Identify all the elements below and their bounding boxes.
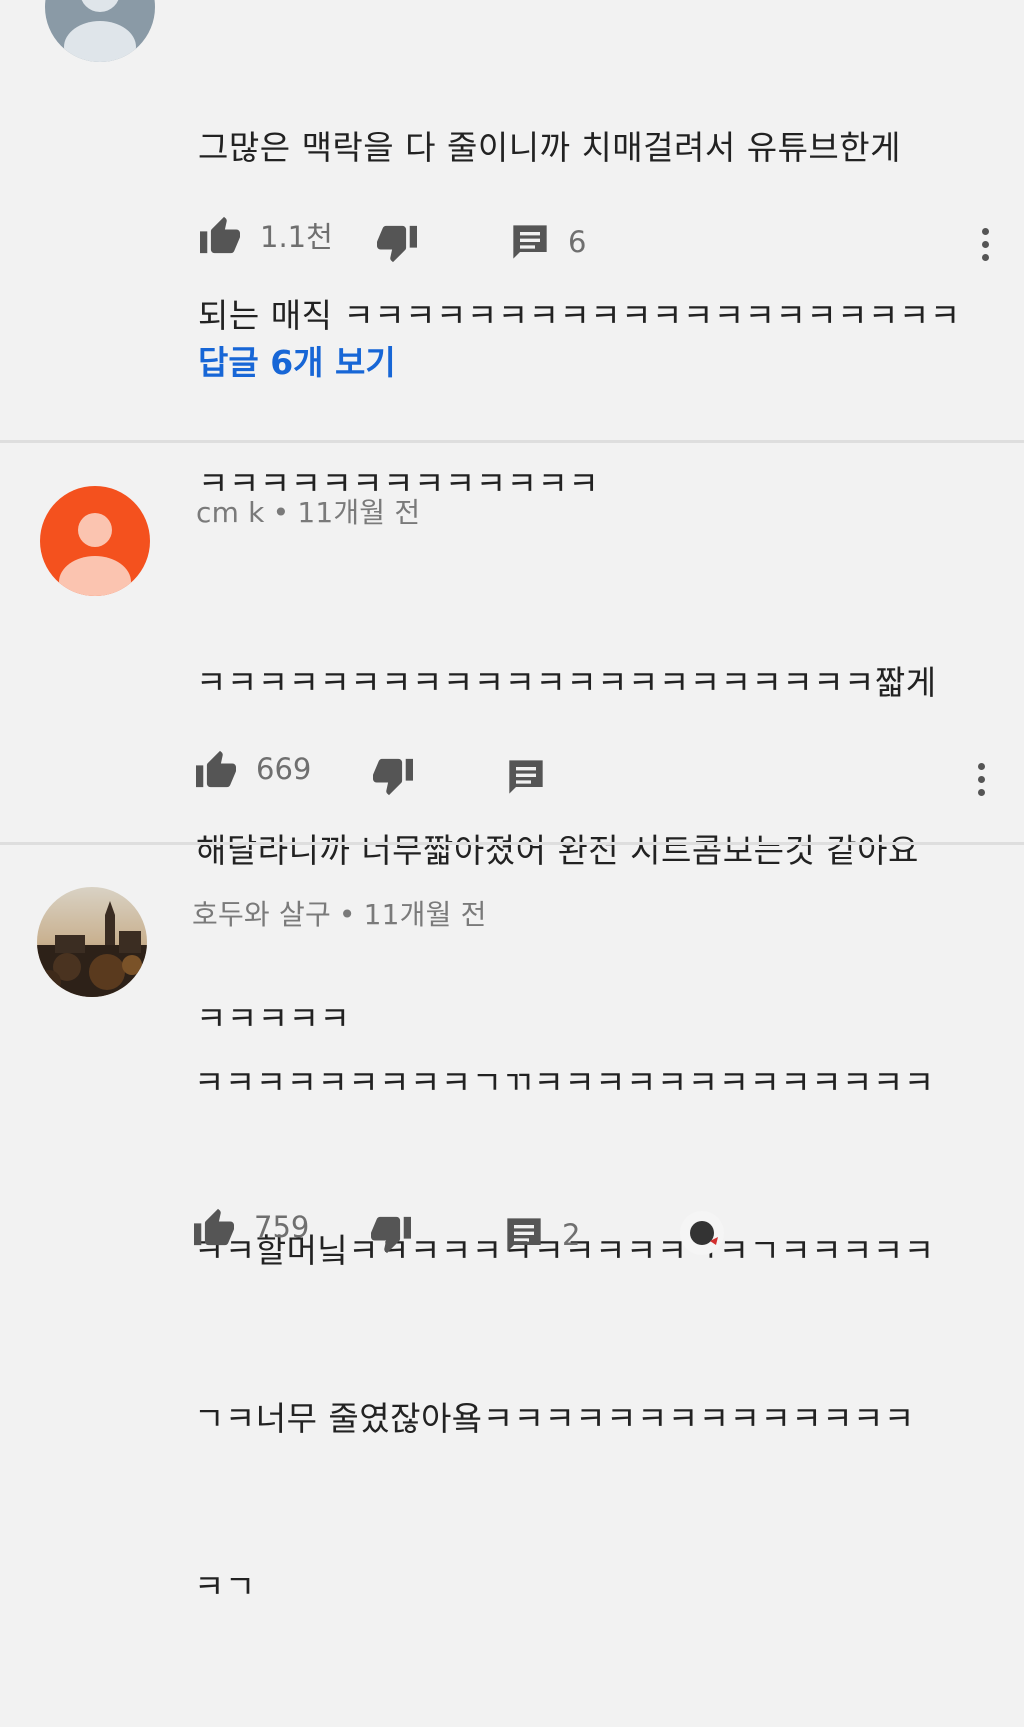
separator-dot: • xyxy=(338,898,356,931)
creator-heart-avatar xyxy=(680,1211,724,1255)
thumbs-up-icon xyxy=(200,216,240,254)
comment-line: ㅋㄱ xyxy=(194,1567,256,1606)
creator-heart-icon xyxy=(680,1211,724,1255)
comment-1: 그많은 맥락을 다 줄이니까 치매걸려서 유튜브한게 되는 매직 ㅋㅋㅋㅋㅋㅋㅋ… xyxy=(0,0,1024,503)
timestamp[interactable]: 11개월 전 xyxy=(297,496,420,529)
author-name[interactable]: 호두와 살구 xyxy=(192,898,331,931)
reply-count: 2 xyxy=(562,1218,581,1252)
thumbs-down-icon xyxy=(371,1216,411,1254)
reply-button[interactable]: 6 xyxy=(510,222,586,262)
comment-actions: 759 2 xyxy=(0,1207,1024,1257)
more-vert-icon xyxy=(977,763,985,770)
thumbs-up-icon xyxy=(194,1208,234,1246)
avatar[interactable] xyxy=(37,887,147,997)
comment-line: ㄱㅋ너무 줄였잖아욬ㅋㅋㅋㅋㅋㅋㅋㅋㅋㅋㅋㅋㅋㅋ xyxy=(194,1399,915,1438)
like-count: 759 xyxy=(254,1210,310,1244)
more-vert-icon xyxy=(981,228,989,235)
avatar[interactable] xyxy=(45,0,155,62)
comment-icon xyxy=(507,1218,541,1252)
dislike-button[interactable] xyxy=(371,757,415,797)
cityscape-avatar-icon xyxy=(37,887,147,997)
view-replies-link[interactable]: 답글 6개 보기 xyxy=(198,336,396,384)
avatar[interactable] xyxy=(40,486,150,596)
like-count: 1.1천 xyxy=(260,220,333,254)
comment-3: 호두와 살구 • 11개월 전 ㅋㅋㅋㅋㅋㅋㅋㅋㅋㄱㄲㅋㅋㅋㅋㅋㅋㅋㅋㅋㅋㅋㅋㅋ ㅋ… xyxy=(0,845,1024,1606)
like-count: 669 xyxy=(256,752,312,786)
dislike-button[interactable] xyxy=(375,224,419,264)
more-options-button[interactable] xyxy=(979,228,991,261)
thumbs-down-icon xyxy=(377,225,417,263)
thumbs-up-icon xyxy=(196,750,236,788)
comment-text: ㅋㅋㅋㅋㅋㅋㅋㅋㅋㄱㄲㅋㅋㅋㅋㅋㅋㅋㅋㅋㅋㅋㅋㅋ ㅋㅋ할머닠ㅋㅋㅋㅋㅋㅋㅋㅋㅋㅋ… xyxy=(194,943,935,1727)
comment-meta: 호두와 살구 • 11개월 전 xyxy=(192,893,487,933)
reply-button[interactable]: 2 xyxy=(504,1215,580,1255)
author-name[interactable]: cm k xyxy=(196,496,265,529)
reply-button[interactable] xyxy=(506,757,546,797)
reply-count: 6 xyxy=(568,225,587,259)
timestamp[interactable]: 11개월 전 xyxy=(364,898,487,931)
default-avatar-icon xyxy=(45,0,155,62)
comment-actions: 669 xyxy=(0,749,1024,799)
like-button[interactable]: 1.1천 xyxy=(198,214,333,256)
comment-actions: 1.1천 6 xyxy=(0,214,1024,264)
dislike-button[interactable] xyxy=(369,1215,413,1255)
default-avatar-icon xyxy=(40,486,150,596)
comment-2: cm k • 11개월 전 ㅋㅋㅋㅋㅋㅋㅋㅋㅋㅋㅋㅋㅋㅋㅋㅋㅋㅋㅋㅋㅋㅋ짧게 해달라… xyxy=(0,443,1024,1038)
thumbs-down-icon xyxy=(373,758,413,796)
comment-icon xyxy=(513,225,547,259)
separator-dot: • xyxy=(272,496,290,529)
like-button[interactable]: 759 xyxy=(192,1207,309,1247)
more-options-button[interactable] xyxy=(975,763,987,796)
comment-meta: cm k • 11개월 전 xyxy=(196,491,420,531)
comment-line: ㅋㅋㅋㅋㅋㅋㅋㅋㅋㄱㄲㅋㅋㅋㅋㅋㅋㅋㅋㅋㅋㅋㅋㅋ xyxy=(194,1063,935,1102)
comment-line: ㅋㅋㅋㅋㅋㅋㅋㅋㅋㅋㅋㅋㅋㅋㅋㅋㅋㅋㅋㅋㅋㅋ짧게 xyxy=(196,663,937,702)
like-button[interactable]: 669 xyxy=(194,749,311,789)
comment-line: 그많은 맥락을 다 줄이니까 치매걸려서 유튜브한게 xyxy=(198,128,902,167)
comment-icon xyxy=(509,760,543,794)
